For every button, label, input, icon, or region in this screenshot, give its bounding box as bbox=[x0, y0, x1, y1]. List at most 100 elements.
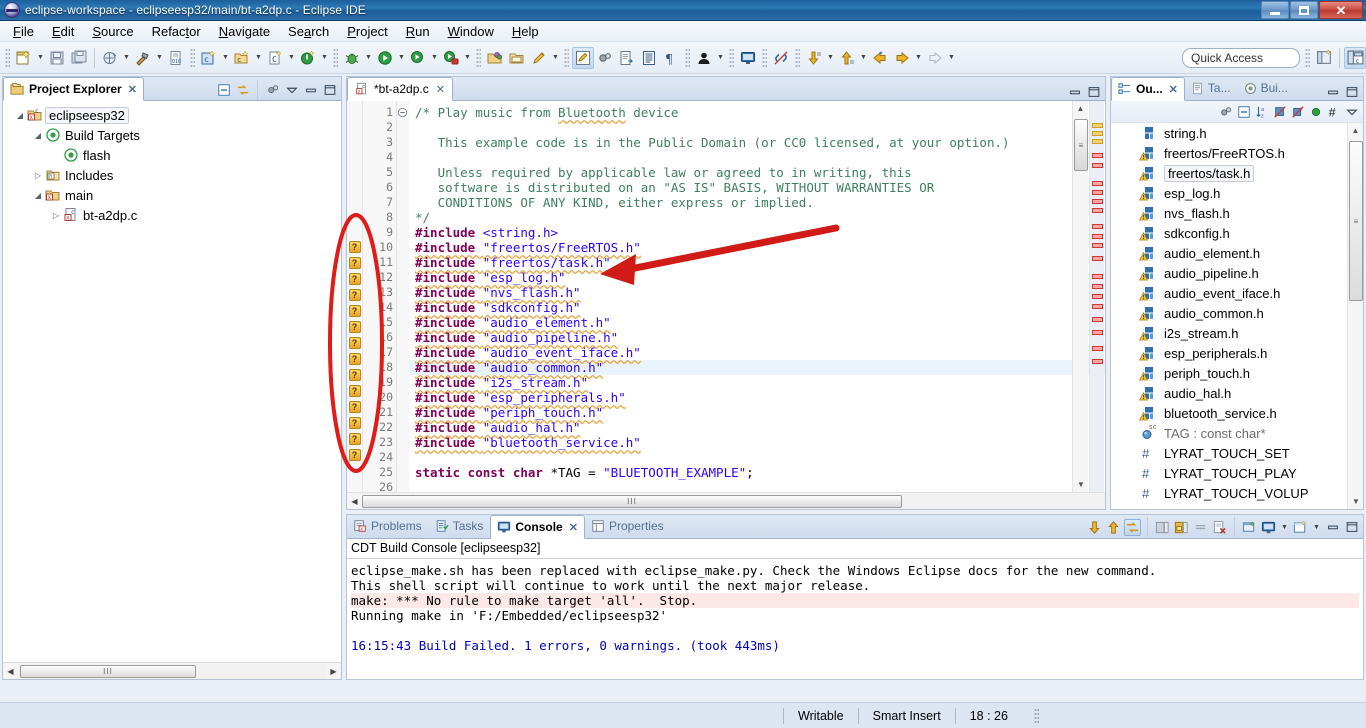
remove-console-icon[interactable] bbox=[1211, 519, 1228, 536]
print-icon[interactable] bbox=[99, 47, 121, 69]
overview-error-marker[interactable] bbox=[1092, 346, 1103, 351]
warning-marker-icon[interactable]: ? bbox=[348, 273, 361, 285]
new-c-source-folder-icon[interactable]: c bbox=[231, 47, 253, 69]
code-line[interactable]: #include "audio_element.h" bbox=[415, 315, 1105, 330]
code-line[interactable]: software is distributed on an "AS IS" BA… bbox=[415, 180, 1105, 195]
overview-error-marker[interactable] bbox=[1092, 274, 1103, 279]
external-tools-icon[interactable] bbox=[616, 47, 638, 69]
tab-build-targets[interactable]: Bui... bbox=[1238, 76, 1295, 100]
new-console-view-icon[interactable] bbox=[1292, 519, 1309, 536]
hide-fields-icon[interactable] bbox=[1271, 103, 1288, 120]
close-icon[interactable]: ✕ bbox=[128, 83, 137, 96]
warning-marker-icon[interactable]: ? bbox=[348, 417, 361, 429]
close-window-button[interactable]: ✕ bbox=[1319, 1, 1363, 19]
menu-file[interactable]: File bbox=[4, 22, 43, 41]
person-dropdown-arrow[interactable]: ▼ bbox=[715, 47, 726, 69]
code-line[interactable] bbox=[415, 120, 1105, 135]
tab-console[interactable]: Console ✕ bbox=[490, 515, 585, 539]
minimize-icon[interactable] bbox=[1066, 83, 1083, 100]
skip-breakpoints-icon[interactable] bbox=[594, 47, 616, 69]
code-line[interactable]: static const char *TAG = "BLUETOOTH_EXAM… bbox=[415, 465, 1105, 480]
close-icon[interactable]: ✕ bbox=[569, 521, 578, 534]
debug-icon[interactable] bbox=[341, 47, 363, 69]
menu-search[interactable]: Search bbox=[279, 22, 338, 41]
clear-console-icon[interactable] bbox=[1192, 519, 1209, 536]
code-line[interactable]: #include "esp_log.h" bbox=[415, 270, 1105, 285]
code-line[interactable]: #include "audio_common.h" bbox=[409, 360, 1105, 375]
person-icon[interactable] bbox=[693, 47, 715, 69]
run-dropdown-arrow[interactable]: ▼ bbox=[396, 47, 407, 69]
scroll-up-icon[interactable]: ▲ bbox=[1073, 101, 1088, 116]
view-menu-icon[interactable] bbox=[283, 82, 300, 99]
outline-item[interactable]: audio_event_iface.h bbox=[1111, 283, 1347, 303]
warning-marker-icon[interactable]: ? bbox=[348, 257, 361, 269]
hscroll-thumb[interactable]: III bbox=[362, 494, 902, 508]
new-console-view-dropdown-arrow[interactable]: ▼ bbox=[1311, 516, 1322, 538]
code-line[interactable]: #include <string.h> bbox=[415, 225, 1105, 240]
toolbar-grip-6[interactable] bbox=[685, 47, 690, 68]
outline-item[interactable]: s c TAG : const char* bbox=[1111, 423, 1347, 443]
overview-error-marker[interactable] bbox=[1092, 224, 1103, 229]
tab-problems[interactable]: x Problems bbox=[347, 514, 429, 538]
hscroll-thumb[interactable]: III bbox=[20, 664, 196, 678]
next-annotation-icon[interactable] bbox=[803, 47, 825, 69]
warning-marker-icon[interactable]: ? bbox=[348, 449, 361, 461]
tree-row[interactable]: ◢ x main bbox=[3, 185, 341, 205]
save-console-icon[interactable] bbox=[1154, 519, 1171, 536]
code-line[interactable]: Unless required by applicable law or agr… bbox=[415, 165, 1105, 180]
twisty-expanded-icon[interactable]: ◢ bbox=[31, 131, 45, 140]
lock-console-icon[interactable] bbox=[1173, 519, 1190, 536]
new-c-class-dropdown-arrow[interactable]: ▼ bbox=[286, 47, 297, 69]
overview-error-marker[interactable] bbox=[1092, 256, 1103, 261]
toolbar-grip-4[interactable] bbox=[476, 47, 481, 68]
warning-marker-icon[interactable]: ? bbox=[348, 321, 361, 333]
focus-active-task-icon[interactable] bbox=[1217, 103, 1234, 120]
outline-item[interactable]: freertos/FreeRTOS.h bbox=[1111, 143, 1347, 163]
overview-error-marker[interactable] bbox=[1092, 243, 1103, 248]
code-line[interactable]: /* Play music from Bluetooth device bbox=[415, 105, 1105, 120]
menu-run[interactable]: Run bbox=[397, 22, 439, 41]
code-line[interactable]: #include "periph_touch.h" bbox=[415, 405, 1105, 420]
view-menu-icon[interactable] bbox=[1343, 103, 1360, 120]
outline-item[interactable]: # LYRAT_TOUCH_VOLUP bbox=[1111, 483, 1347, 503]
tab-tasks[interactable]: Ta... bbox=[1185, 76, 1238, 100]
hide-static-icon[interactable]: s bbox=[1289, 103, 1306, 120]
minimize-icon[interactable] bbox=[302, 82, 319, 99]
minimize-icon[interactable] bbox=[1324, 519, 1341, 536]
forward-alt-icon[interactable] bbox=[924, 47, 946, 69]
warning-marker-icon[interactable]: ? bbox=[348, 385, 361, 397]
overview-error-marker[interactable] bbox=[1092, 234, 1103, 239]
maximize-icon[interactable] bbox=[1085, 83, 1102, 100]
toggle-mark-occurrences-icon[interactable] bbox=[572, 46, 594, 69]
run-last-tool-icon[interactable] bbox=[297, 47, 319, 69]
toolbar-grip-8[interactable] bbox=[762, 47, 767, 68]
c-cpp-perspective-icon[interactable]: c bbox=[1344, 46, 1366, 69]
forward-alt-dropdown-arrow[interactable]: ▼ bbox=[946, 47, 957, 69]
overview-error-marker[interactable] bbox=[1092, 304, 1103, 309]
menu-source[interactable]: Source bbox=[83, 22, 142, 41]
outline-item[interactable]: periph_touch.h bbox=[1111, 363, 1347, 383]
scroll-down-icon[interactable]: ▼ bbox=[1073, 477, 1089, 492]
pilcrow-icon[interactable]: ¶ bbox=[660, 47, 682, 69]
next-annotation-dropdown-arrow[interactable]: ▼ bbox=[825, 47, 836, 69]
warning-marker-icon[interactable]: ? bbox=[348, 369, 361, 381]
menu-project[interactable]: Project bbox=[338, 22, 396, 41]
scroll-left-icon[interactable]: ◀ bbox=[3, 664, 18, 679]
overview-error-marker[interactable] bbox=[1092, 163, 1103, 168]
sort-az-icon[interactable]: az bbox=[1253, 103, 1270, 120]
new-c-project-dropdown-arrow[interactable]: ▼ bbox=[220, 47, 231, 69]
hide-macros-icon[interactable]: # bbox=[1325, 103, 1342, 120]
scroll-down-icon[interactable]: ▼ bbox=[1348, 494, 1364, 509]
editor-horizontal-scrollbar[interactable]: ◀ III bbox=[347, 492, 1105, 509]
outline-item[interactable]: audio_pipeline.h bbox=[1111, 263, 1347, 283]
project-explorer-hscrollbar[interactable]: ◀ III ▶ bbox=[3, 662, 341, 679]
marker-gutter[interactable]: ?????????????? bbox=[347, 101, 363, 509]
build-dropdown-arrow[interactable]: ▼ bbox=[154, 47, 165, 69]
new-c-folder-dropdown-arrow[interactable]: ▼ bbox=[253, 47, 264, 69]
scroll-lock-down-icon[interactable] bbox=[1086, 519, 1103, 536]
outline-item[interactable]: esp_peripherals.h bbox=[1111, 343, 1347, 363]
collapse-all-icon[interactable] bbox=[1235, 103, 1252, 120]
pencil-dropdown-arrow[interactable]: ▼ bbox=[550, 47, 561, 69]
overview-error-marker[interactable] bbox=[1092, 181, 1103, 186]
previous-annotation-dropdown-arrow[interactable]: ▼ bbox=[858, 47, 869, 69]
